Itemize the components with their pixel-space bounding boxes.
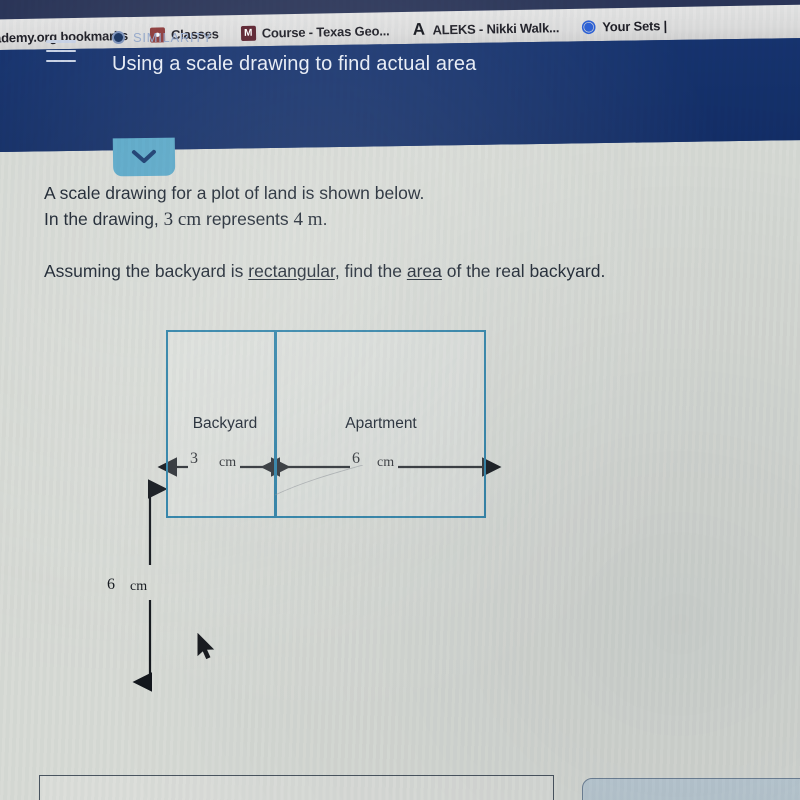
expand-panel-tab[interactable] [112,137,176,177]
answer-entry-box: Area of the real backyard: m2 [39,775,554,800]
help-button[interactable]: ? [738,779,800,800]
left-dimension-unit: cm [130,579,148,594]
screen-photo: ...arbside.aleks.com... ademy.org bookma… [0,0,800,800]
bookmark-item-aleks[interactable]: A ALEKS - Nikki Walk... [411,19,560,39]
browser-address-text: ...arbside.aleks.com... [693,0,800,2]
hamburger-icon[interactable] [46,40,76,62]
hamburger-line [46,40,76,43]
topic-label: SIMILARITY [133,30,213,45]
bookmark-label: ALEKS - Nikki Walk... [432,19,560,37]
aleks-icon: A [412,19,426,39]
backyard-label: Backyard [192,415,258,432]
problem-content: A scale drawing for a plot of land is sh… [0,150,800,800]
hamburger-line [46,59,76,62]
scale-drawing-figure: 3 cm 6 cm 6 cm Backyard Apartment [0,150,800,692]
bookmark-item-course[interactable]: M Course - Texas Geo... [240,22,390,41]
left-dimension-value: 6 [107,576,115,593]
mcgraw-hill-icon: M [240,25,256,41]
bookmark-item-quizlet[interactable]: ◉ Your Sets | [581,16,668,36]
page-title: Using a scale drawing to find actual are… [112,53,477,75]
undo-button[interactable]: ↺ [661,779,739,800]
bookmark-label: Your Sets | [602,17,668,34]
circle-icon [112,31,125,44]
clear-button[interactable]: ✕ [583,779,661,800]
apartment-label: Apartment [345,415,417,432]
chevron-down-icon [131,149,156,163]
answer-toolbar: ✕ ↺ ? [582,778,800,800]
topic-row: SIMILARITY [112,30,212,45]
quizlet-icon: ◉ [581,16,597,36]
hamburger-line [46,49,76,53]
bookmark-label: Course - Texas Geo... [261,22,390,41]
